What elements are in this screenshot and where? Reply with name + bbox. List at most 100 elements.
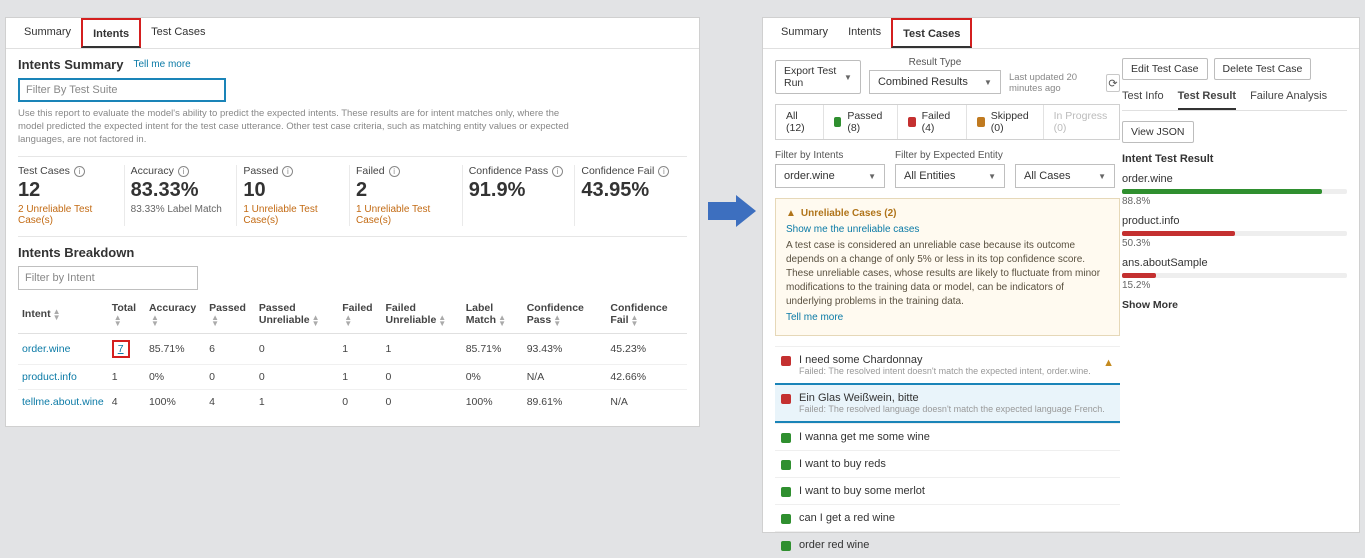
caret-down-icon: ▼ [868, 172, 876, 181]
col-label-match[interactable]: Label Match▲▼ [462, 296, 523, 333]
passed-icon [781, 541, 791, 551]
col-failed-unreliable[interactable]: Failed Unreliable▲▼ [382, 296, 462, 333]
col-passed-unreliable[interactable]: Passed Unreliable▲▼ [255, 296, 338, 333]
caret-down-icon: ▼ [1098, 172, 1106, 181]
kpi-label: Confidence Pass [469, 165, 548, 177]
intent-link[interactable]: tellme.about.wine [22, 396, 104, 408]
result-pct: 15.2% [1122, 280, 1347, 291]
col-passed[interactable]: Passed▲▼ [205, 296, 255, 333]
info-icon[interactable]: i [178, 166, 189, 177]
result-bar [1122, 273, 1156, 278]
info-icon[interactable]: i [658, 166, 669, 177]
edit-test-case-button[interactable]: Edit Test Case [1122, 58, 1208, 80]
col-total[interactable]: Total▲▼ [108, 296, 145, 333]
kpi-test-cases-unreliable-link[interactable]: 2 Unreliable Test Case(s) [18, 204, 118, 226]
left-panel: Summary Intents Test Cases Intents Summa… [5, 17, 700, 427]
show-unreliable-link[interactable]: Show me the unreliable cases [786, 223, 1109, 237]
export-test-run-button[interactable]: Export Test Run▼ [775, 60, 861, 94]
right-panel: Summary Intents Test Cases Export Test R… [762, 17, 1360, 533]
intents-summary-title: Intents Summary [18, 57, 123, 72]
test-case-item[interactable]: I want to buy some merlot [775, 477, 1120, 504]
subtab-failure-analysis[interactable]: Failure Analysis [1250, 90, 1327, 110]
test-case-item[interactable]: I wanna get me some wine [775, 423, 1120, 450]
right-tabs: Summary Intents Test Cases [763, 18, 1359, 49]
test-case-item[interactable]: I need some ChardonnayFailed: The resolv… [775, 346, 1120, 383]
kpi-label: Failed [356, 165, 385, 177]
col-intent[interactable]: Intent▲▼ [18, 296, 108, 333]
col-accuracy[interactable]: Accuracy▲▼ [145, 296, 205, 333]
kpi-label: Test Cases [18, 165, 70, 177]
table-row: tellme.about.wine 4 100% 4 1 0 0 100% 89… [18, 389, 687, 414]
kpi-accuracy-sub: 83.33% Label Match [131, 204, 231, 215]
result-type-select[interactable]: Combined Results▼ [869, 70, 1001, 94]
caret-down-icon: ▼ [844, 73, 852, 82]
tab-summary[interactable]: Summary [14, 18, 81, 48]
test-case-item[interactable]: Ein Glas Weißwein, bitteFailed: The reso… [775, 383, 1120, 423]
filter-test-suite-input[interactable]: Filter By Test Suite [18, 78, 226, 102]
tab-summary[interactable]: Summary [771, 18, 838, 48]
tab-intents[interactable]: Intents [81, 18, 141, 48]
subtab-test-result[interactable]: Test Result [1178, 90, 1236, 110]
kpi-passed-value: 10 [243, 179, 343, 202]
filter-intents-select[interactable]: order.wine▼ [775, 164, 885, 188]
result-bar [1122, 189, 1322, 194]
filter-entity-label: Filter by Expected Entity [895, 150, 1005, 161]
info-icon[interactable]: i [552, 166, 563, 177]
unreliable-desc: A test case is considered an unreliable … [786, 239, 1109, 309]
intent-link[interactable]: order.wine [22, 343, 70, 355]
failed-icon [781, 394, 791, 404]
last-updated-text: Last updated 20 minutes ago [1009, 72, 1102, 94]
tell-me-more-link[interactable]: Tell me more [133, 59, 190, 70]
total-link-highlighted[interactable]: 7 [112, 340, 130, 358]
intent-test-result-title: Intent Test Result [1122, 153, 1347, 165]
result-pct: 50.3% [1122, 238, 1347, 249]
warning-icon: ▲ [1103, 357, 1114, 369]
tab-intents[interactable]: Intents [838, 18, 891, 48]
info-icon[interactable]: i [74, 166, 85, 177]
col-failed[interactable]: Failed▲▼ [338, 296, 381, 333]
kpi-label: Confidence Fail [581, 165, 654, 177]
warning-icon: ▲ [786, 207, 796, 221]
status-passed[interactable]: Passed (8) [824, 105, 898, 139]
intents-breakdown-title: Intents Breakdown [18, 245, 687, 260]
show-more-link[interactable]: Show More [1122, 299, 1347, 311]
col-confidence-pass[interactable]: Confidence Pass▲▼ [523, 296, 607, 333]
kpi-failed-unreliable-link[interactable]: 1 Unreliable Test Case(s) [356, 204, 456, 226]
intent-link[interactable]: product.info [22, 371, 77, 383]
result-type-label: Result Type [869, 57, 1001, 68]
info-icon[interactable]: i [282, 166, 293, 177]
info-icon[interactable]: i [389, 166, 400, 177]
refresh-icon[interactable]: ⟳ [1106, 74, 1120, 92]
tab-test-cases[interactable]: Test Cases [891, 18, 972, 48]
test-case-side-panel: Edit Test Case Delete Test Case Test Inf… [1122, 58, 1347, 311]
kpi-passed-unreliable-link[interactable]: 1 Unreliable Test Case(s) [243, 204, 343, 226]
table-row: product.info 1 0% 0 0 1 0 0% N/A 42.66% [18, 364, 687, 389]
kpi-accuracy-value: 83.33% [131, 179, 231, 202]
col-confidence-fail[interactable]: Confidence Fail▲▼ [606, 296, 687, 333]
caret-down-icon: ▼ [988, 172, 996, 181]
tab-test-cases[interactable]: Test Cases [141, 18, 215, 48]
test-case-list: I need some ChardonnayFailed: The resolv… [775, 346, 1120, 558]
status-all[interactable]: All (12) [776, 105, 824, 139]
test-case-item[interactable]: order red wine [775, 531, 1120, 558]
skipped-icon [977, 117, 985, 127]
status-skipped[interactable]: Skipped (0) [967, 105, 1044, 139]
test-case-item[interactable]: I want to buy reds [775, 450, 1120, 477]
tell-me-more-link[interactable]: Tell me more [786, 311, 1109, 325]
kpi-cfail-value: 43.95% [581, 179, 681, 202]
filter-intent-input[interactable]: Filter by Intent [18, 266, 198, 290]
filter-cases-select[interactable]: All Cases▼ [1015, 164, 1115, 188]
failed-icon [781, 356, 791, 366]
subtab-test-info[interactable]: Test Info [1122, 90, 1164, 110]
delete-test-case-button[interactable]: Delete Test Case [1214, 58, 1312, 80]
status-in-progress[interactable]: In Progress (0) [1044, 105, 1119, 139]
view-json-button[interactable]: View JSON [1122, 121, 1194, 143]
test-case-item[interactable]: can I get a red wine [775, 504, 1120, 531]
left-tabs: Summary Intents Test Cases [6, 18, 699, 49]
result-name: ans.aboutSample [1122, 257, 1347, 269]
status-failed[interactable]: Failed (4) [898, 105, 967, 139]
result-name: order.wine [1122, 173, 1347, 185]
caret-down-icon: ▼ [984, 78, 992, 87]
result-name: product.info [1122, 215, 1347, 227]
filter-entity-select[interactable]: All Entities▼ [895, 164, 1005, 188]
